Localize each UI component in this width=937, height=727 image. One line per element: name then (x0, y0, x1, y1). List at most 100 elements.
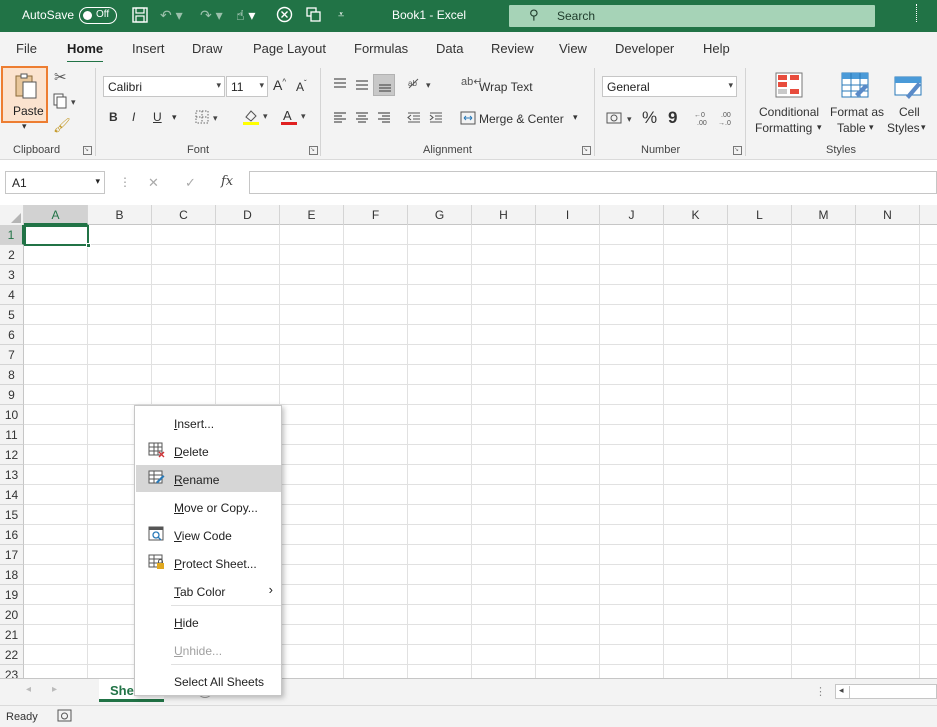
align-bottom-button[interactable] (373, 74, 395, 96)
row-header-3[interactable]: 3 (0, 265, 24, 285)
conditional-formatting-button[interactable]: Conditional Formatting ▾ (755, 72, 827, 138)
column-header-a[interactable]: A (24, 205, 88, 225)
row-header-11[interactable]: 11 (0, 425, 24, 445)
alignment-launcher-icon[interactable]: ↘ (582, 146, 591, 155)
row-header-13[interactable]: 13 (0, 465, 24, 485)
accounting-format-icon[interactable]: ▾ (606, 110, 636, 129)
format-as-table-button[interactable]: Format as Table ▾ (829, 72, 885, 138)
column-header-d[interactable]: D (216, 205, 280, 225)
cell-styles-button[interactable]: Cell Styles ▾ (886, 72, 934, 138)
row-header-14[interactable]: 14 (0, 485, 24, 505)
column-header-b[interactable]: B (88, 205, 152, 225)
fill-color-icon[interactable]: ▾ (242, 108, 272, 129)
undo-icon[interactable]: ↶ ▾ (160, 6, 183, 24)
paste-button[interactable]: Paste (1, 66, 48, 123)
comma-style-button[interactable]: 9 (668, 108, 677, 128)
row-header-9[interactable]: 9 (0, 385, 24, 405)
save-icon[interactable] (131, 6, 149, 28)
tab-home[interactable]: Home (67, 41, 104, 64)
windows-icon[interactable] (305, 6, 322, 27)
fill-handle[interactable] (86, 243, 91, 248)
row-header-19[interactable]: 19 (0, 585, 24, 605)
formula-input[interactable] (249, 171, 937, 194)
font-launcher-icon[interactable]: ↘ (309, 146, 318, 155)
row-header-18[interactable]: 18 (0, 565, 24, 585)
orientation-icon[interactable]: ab ▾ (406, 76, 436, 95)
row-header-10[interactable]: 10 (0, 405, 24, 425)
select-all-corner[interactable] (0, 205, 24, 225)
menu-item-view-code[interactable]: View Code (136, 521, 281, 548)
menu-item-rename[interactable]: Rename (136, 465, 281, 492)
row-header-17[interactable]: 17 (0, 545, 24, 565)
decrease-font-icon[interactable]: Aˇ (296, 79, 307, 94)
decrease-decimal-icon[interactable]: .00 →.0 (718, 109, 736, 130)
scroll-right-tab-icon[interactable]: ▸ (52, 684, 57, 695)
column-header-k[interactable]: K (664, 205, 728, 225)
tab-view[interactable]: View (559, 41, 587, 56)
row-header-22[interactable]: 22 (0, 645, 24, 665)
number-format-combo[interactable]: General ▾ (602, 76, 737, 97)
column-header-i[interactable]: I (536, 205, 600, 225)
menu-item-select-all-sheets[interactable]: Select All Sheets (136, 667, 281, 694)
column-header-h[interactable]: H (472, 205, 536, 225)
column-header-j[interactable]: J (600, 205, 664, 225)
row-header-23[interactable]: 23 (0, 665, 24, 678)
row-header-8[interactable]: 8 (0, 365, 24, 385)
row-header-7[interactable]: 7 (0, 345, 24, 365)
column-header-l[interactable]: L (728, 205, 792, 225)
tab-formulas[interactable]: Formulas (354, 41, 408, 56)
increase-indent-icon[interactable] (428, 110, 444, 129)
align-right-icon[interactable] (376, 110, 392, 129)
menu-item-protect-sheet[interactable]: Protect Sheet... (136, 549, 281, 576)
align-left-icon[interactable] (332, 110, 348, 129)
font-size-combo[interactable]: 11 ▾ (226, 76, 268, 97)
menu-item-insert[interactable]: Insert... (136, 409, 281, 436)
scroll-left-icon[interactable]: ◂ (839, 685, 844, 696)
redo-icon[interactable]: ↷ ▾ (200, 6, 223, 24)
row-header-4[interactable]: 4 (0, 285, 24, 305)
tab-data[interactable]: Data (436, 41, 463, 56)
active-cell-a1[interactable] (24, 225, 91, 248)
column-header-c[interactable]: C (152, 205, 216, 225)
tab-insert[interactable]: Insert (132, 41, 165, 56)
underline-dropdown-icon[interactable]: ▾ (172, 112, 177, 123)
row-header-20[interactable]: 20 (0, 605, 24, 625)
row-header-6[interactable]: 6 (0, 325, 24, 345)
increase-decimal-icon[interactable]: ←0.00 (694, 109, 712, 130)
enter-icon[interactable]: ✓ (185, 175, 196, 191)
name-box[interactable]: A1 ▾ (5, 171, 105, 194)
number-launcher-icon[interactable]: ↘ (733, 146, 742, 155)
cut-icon[interactable]: ✂ (54, 68, 67, 86)
search-box[interactable]: ⚲ Search (509, 5, 875, 27)
menu-item-delete[interactable]: Delete (136, 437, 281, 464)
column-header-f[interactable]: F (344, 205, 408, 225)
decrease-indent-icon[interactable] (406, 110, 422, 129)
column-header-n[interactable]: N (856, 205, 920, 225)
tab-page-layout[interactable]: Page Layout (253, 41, 326, 56)
align-middle-icon[interactable] (354, 76, 370, 95)
touch-mode-icon[interactable]: ☝ ▾ (236, 6, 255, 24)
column-header-m[interactable]: M (792, 205, 856, 225)
tab-draw[interactable]: Draw (192, 41, 222, 56)
row-header-16[interactable]: 16 (0, 525, 24, 545)
tab-review[interactable]: Review (491, 41, 534, 56)
row-header-1[interactable]: 1 (0, 225, 24, 245)
increase-font-icon[interactable]: A^ (273, 77, 286, 93)
tab-split-grip[interactable]: ⋮ (815, 685, 826, 698)
font-name-combo[interactable]: Calibri ▾ (103, 76, 225, 97)
close-circle-icon[interactable] (276, 6, 293, 27)
row-header-15[interactable]: 15 (0, 505, 24, 525)
align-top-icon[interactable] (332, 76, 348, 95)
copy-icon[interactable]: ▾ (53, 93, 79, 112)
italic-button[interactable]: I (132, 110, 135, 124)
clipboard-launcher-icon[interactable]: ↘ (83, 146, 92, 155)
customize-qat-icon[interactable]: ⩡ (338, 6, 344, 24)
insert-function-button[interactable]: fx (221, 174, 233, 189)
menu-item-move-or-copy[interactable]: Move or Copy... (136, 493, 281, 520)
menu-item-hide[interactable]: Hide (136, 608, 281, 635)
format-painter-icon[interactable]: 🖌 (53, 117, 71, 134)
tab-help[interactable]: Help (703, 41, 730, 56)
align-center-icon[interactable] (354, 110, 370, 129)
bold-button[interactable]: B (109, 110, 118, 124)
tab-developer[interactable]: Developer (615, 41, 674, 56)
